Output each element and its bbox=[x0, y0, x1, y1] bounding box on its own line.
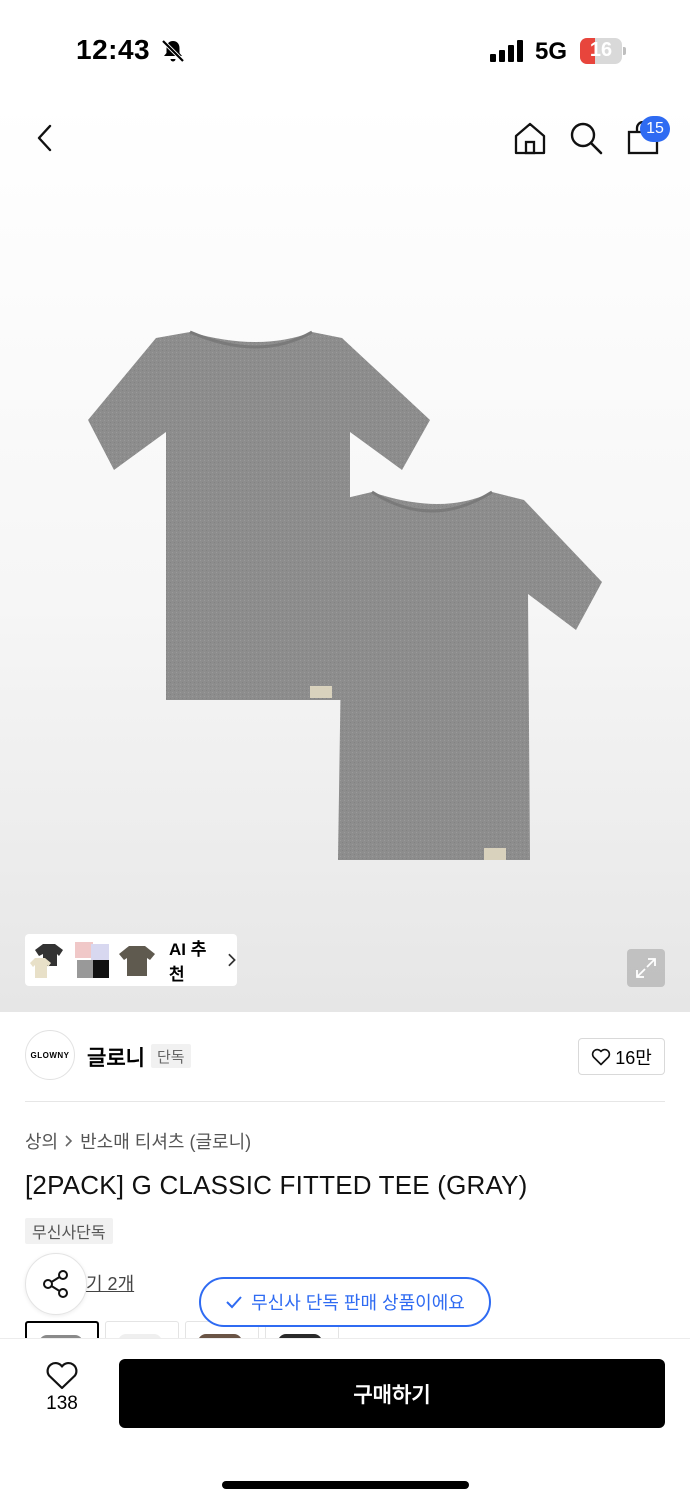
wishlist-count: 138 bbox=[46, 1393, 78, 1414]
check-icon bbox=[226, 1296, 242, 1309]
battery-icon: 16 bbox=[580, 38, 626, 64]
bottom-purchase-bar: 138 구매하기 bbox=[0, 1338, 690, 1500]
product-title: [2PACK] G CLASSIC FITTED TEE (GRAY) bbox=[25, 1170, 528, 1200]
breadcrumb: 상의 반소매 티셔츠 (글로니) bbox=[25, 1128, 251, 1154]
ai-recommendation-button[interactable]: AI 추천 bbox=[25, 934, 237, 986]
brand-logo-text: GLOWNY bbox=[30, 1050, 70, 1060]
brand-row: GLOWNY 글로니 단독 16만 bbox=[25, 1030, 665, 1084]
expand-button[interactable] bbox=[627, 949, 665, 987]
ai-label: AI 추천 bbox=[169, 940, 207, 984]
brand-exclusive-tag: 단독 bbox=[151, 1044, 191, 1068]
brand-like-button[interactable]: 16만 bbox=[578, 1038, 665, 1075]
ai-thumbnail bbox=[117, 938, 157, 982]
heart-icon bbox=[46, 1362, 78, 1390]
ai-thumbnail bbox=[73, 938, 113, 982]
breadcrumb-item[interactable]: 상의 bbox=[25, 1128, 58, 1154]
share-button[interactable] bbox=[25, 1253, 87, 1315]
signal-icon bbox=[490, 40, 523, 62]
battery-percent: 16 bbox=[589, 39, 613, 61]
divider bbox=[25, 1101, 665, 1102]
brand-logo[interactable]: GLOWNY bbox=[25, 1030, 75, 1080]
search-icon bbox=[570, 122, 603, 155]
musinsa-exclusive-tag: 무신사단독 bbox=[25, 1218, 113, 1244]
other-colors-link[interactable]: 기 2개 bbox=[86, 1270, 134, 1296]
expand-icon bbox=[636, 958, 656, 978]
status-time: 12:43 bbox=[76, 34, 151, 65]
back-button[interactable] bbox=[28, 118, 62, 158]
brand-like-count: 16만 bbox=[615, 1047, 652, 1068]
chevron-right-icon bbox=[228, 953, 237, 967]
product-image[interactable] bbox=[80, 320, 620, 880]
buy-button[interactable]: 구매하기 bbox=[119, 1359, 665, 1428]
bell-slash-icon bbox=[161, 39, 185, 63]
ai-thumbnail bbox=[29, 938, 69, 982]
search-button[interactable] bbox=[566, 118, 606, 158]
home-icon bbox=[514, 122, 546, 155]
breadcrumb-item[interactable]: 반소매 티셔츠 (글로니) bbox=[80, 1128, 251, 1154]
exclusive-toast: 무신사 단독 판매 상품이에요 bbox=[199, 1277, 491, 1327]
back-icon bbox=[37, 124, 52, 152]
home-button[interactable] bbox=[510, 118, 550, 158]
cart-count-badge: 15 bbox=[640, 116, 670, 142]
network-label: 5G bbox=[535, 38, 568, 65]
heart-icon bbox=[592, 1048, 611, 1065]
home-indicator bbox=[222, 1481, 469, 1489]
toast-text: 무신사 단독 판매 상품이에요 bbox=[251, 1293, 465, 1313]
status-bar: 12:43 5G 16 bbox=[0, 0, 690, 100]
chevron-right-icon bbox=[65, 1135, 73, 1147]
share-icon bbox=[43, 1270, 68, 1298]
brand-name[interactable]: 글로니 bbox=[87, 1042, 145, 1072]
wishlist-button[interactable]: 138 bbox=[30, 1361, 94, 1431]
